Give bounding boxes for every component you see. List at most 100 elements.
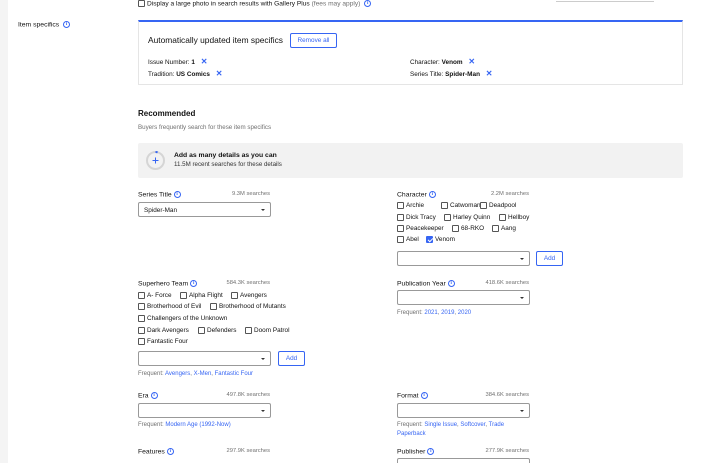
banner-title: Add as many details as you can — [174, 152, 277, 159]
gallery-plus-row[interactable]: Display a large photo in search results … — [138, 0, 372, 7]
checkbox[interactable] — [397, 236, 404, 243]
auto-item-series-title: Series Title: Spider-Man ✕ — [410, 69, 492, 78]
x-icon[interactable]: ✕ — [468, 57, 475, 66]
checkbox[interactable] — [138, 303, 145, 310]
superhero-team-select[interactable] — [138, 351, 271, 366]
publisher-select[interactable] — [397, 458, 530, 463]
checkbox-option[interactable]: Alpha Flight — [180, 292, 223, 299]
checkbox[interactable] — [138, 315, 145, 322]
checkbox-option[interactable]: Peacekeeper — [397, 225, 444, 232]
era-count: 497.8K searches — [226, 392, 270, 398]
checkbox-option[interactable]: Harley Quinn — [444, 214, 490, 221]
character-add-button[interactable]: Add — [536, 251, 563, 266]
frequent-link[interactable]: Avengers — [165, 371, 190, 377]
checkbox[interactable] — [210, 303, 217, 310]
x-icon[interactable]: ✕ — [201, 57, 208, 66]
checkbox-option[interactable]: Venom — [426, 236, 455, 243]
remove-all-button[interactable]: Remove all — [290, 33, 337, 48]
character-select[interactable] — [397, 251, 530, 266]
checkbox-label: Deadpool — [489, 202, 517, 210]
checkbox-option[interactable]: 68-RKO — [452, 225, 484, 232]
checkbox[interactable] — [492, 225, 499, 232]
auto-item-value: Spider-Man — [445, 71, 480, 78]
checkbox[interactable] — [245, 327, 252, 334]
auto-updated-title: Automatically updated item specifics — [148, 35, 283, 45]
info-icon[interactable]: i — [190, 280, 198, 287]
info-icon[interactable]: i — [427, 448, 435, 455]
checkbox-option[interactable]: Deadpool — [480, 202, 516, 209]
info-icon[interactable]: i — [173, 191, 181, 198]
superhero-team-count: 584.3K searches — [226, 280, 270, 286]
series-title-select[interactable]: Spider-Man — [138, 202, 271, 217]
checkbox[interactable] — [231, 292, 238, 299]
publication-year-count: 418.6K searches — [485, 280, 529, 286]
auto-item-name: Character: — [410, 59, 440, 66]
checkbox-option[interactable]: Archie — [397, 202, 424, 209]
gallery-plus-checkbox[interactable] — [138, 0, 145, 7]
info-icon[interactable]: i — [447, 280, 455, 287]
item-specifics-label: Item specifics — [18, 21, 60, 29]
checkbox[interactable] — [138, 327, 145, 334]
checkbox-label: Alpha Flight — [189, 292, 223, 300]
checkbox-option[interactable]: A- Force — [138, 292, 172, 299]
x-icon[interactable]: ✕ — [486, 69, 493, 78]
banner-subtitle: 11.5M recent searches for these details — [174, 161, 282, 168]
checkbox[interactable] — [452, 225, 459, 232]
info-icon[interactable]: i — [428, 191, 436, 198]
checkbox-option[interactable]: Hellboy — [499, 214, 529, 221]
checkbox[interactable] — [441, 202, 448, 209]
checkbox[interactable] — [397, 202, 404, 209]
checkbox[interactable] — [198, 327, 205, 334]
checkbox-option[interactable]: Aang — [492, 225, 516, 232]
x-icon[interactable]: ✕ — [216, 69, 223, 78]
checkbox-label: A- Force — [147, 292, 172, 300]
auto-item-value: Venom — [441, 59, 463, 66]
frequent-link[interactable]: Modern Age (1992-Now) — [165, 422, 230, 428]
checkbox[interactable] — [426, 236, 433, 243]
field-label: Series Title — [138, 191, 172, 199]
auto-item-value: 1 — [191, 59, 195, 66]
chevron-down-icon — [261, 358, 265, 360]
features-label: Features i — [138, 448, 174, 455]
checkbox[interactable] — [138, 292, 145, 299]
checkbox-option[interactable]: Brotherhood of Evil — [138, 303, 201, 310]
info-icon[interactable]: i — [364, 0, 372, 7]
checkbox-label: Abel — [406, 236, 419, 244]
checkbox-option[interactable]: Catwoman — [441, 202, 481, 209]
frequent-link[interactable]: 2019 — [441, 310, 454, 316]
checkbox[interactable] — [138, 338, 145, 345]
superhero-team-label: Superhero Team i — [138, 280, 198, 287]
checkbox-option[interactable]: Avengers — [231, 292, 267, 299]
frequent-link[interactable]: Fantastic Four — [215, 371, 253, 377]
frequent-link[interactable]: 2020 — [458, 310, 471, 316]
info-icon[interactable]: i — [150, 392, 158, 399]
checkbox-option[interactable]: Abel — [397, 236, 419, 243]
checkbox-option[interactable]: Doom Patrol — [245, 327, 290, 334]
format-select[interactable] — [397, 403, 530, 418]
publication-year-select[interactable] — [397, 290, 530, 305]
checkbox[interactable] — [397, 225, 404, 232]
checkbox-option[interactable]: Dick Tracy — [397, 214, 436, 221]
checkbox-option[interactable]: Brotherhood of Mutants — [210, 303, 286, 310]
superhero-team-add-button[interactable]: Add — [278, 351, 305, 366]
frequent-link[interactable]: Softcover — [460, 422, 485, 428]
era-select[interactable] — [138, 403, 271, 418]
frequent-link[interactable]: Single Issue — [424, 422, 457, 428]
checkbox[interactable] — [180, 292, 187, 299]
checkbox-option[interactable]: Fantastic Four — [138, 338, 188, 345]
checkbox-option[interactable]: Defenders — [198, 327, 237, 334]
checkbox-label: Fantastic Four — [147, 338, 188, 346]
checkbox[interactable] — [499, 214, 506, 221]
checkbox[interactable] — [397, 214, 404, 221]
frequent-link[interactable]: 2021 — [424, 310, 437, 316]
checkbox-option[interactable]: Dark Avengers — [138, 327, 189, 334]
info-icon[interactable]: i — [63, 21, 71, 28]
select-value: Spider-Man — [144, 206, 178, 214]
frequent-link[interactable]: X-Men — [194, 371, 212, 377]
info-icon[interactable]: i — [420, 392, 428, 399]
checkbox-label: Venom — [435, 236, 455, 244]
checkbox[interactable] — [480, 202, 487, 209]
info-icon[interactable]: i — [166, 448, 174, 455]
checkbox-option[interactable]: Challengers of the Unknown — [138, 315, 227, 322]
checkbox[interactable] — [444, 214, 451, 221]
